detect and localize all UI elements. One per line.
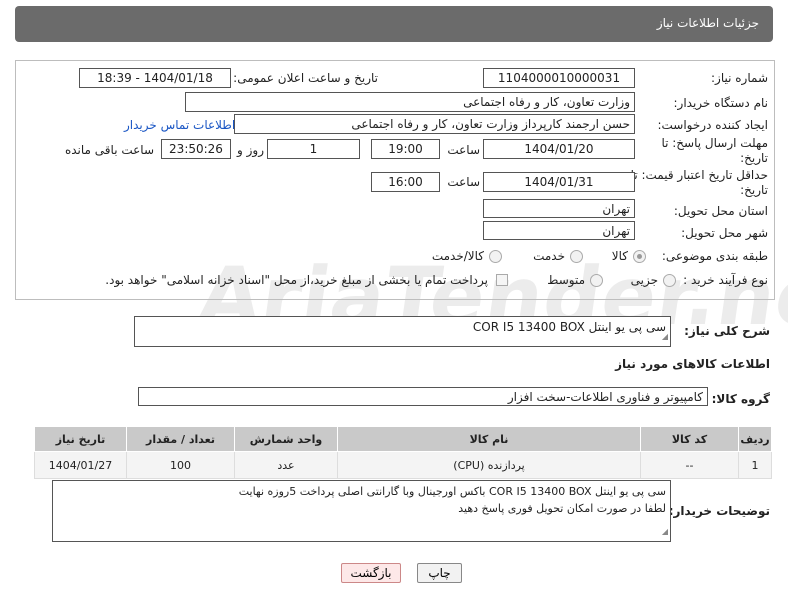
purchase-radio-medium[interactable]	[590, 274, 603, 287]
goods-group-field: کامپیوتر و فناوری اطلاعات-سخت افزار	[138, 387, 708, 406]
col-row: ردیف	[738, 426, 772, 452]
requester-label: ایجاد کننده درخواست:	[657, 118, 768, 132]
validity-time-label: ساعت	[447, 175, 480, 189]
treasury-checkbox[interactable]	[496, 274, 508, 286]
price-validity-label: حداقل تاریخ اعتبار قیمت: تا تاریخ:	[630, 168, 768, 197]
province-label: استان محل تحویل:	[673, 204, 768, 218]
resize-grip-icon[interactable]: ◢	[662, 523, 668, 540]
buyer-notes-line-2: لطفا در صورت امکان تحویل فوری پاسخ دهید	[458, 502, 666, 515]
reply-deadline-label: مهلت ارسال پاسخ: تا تاریخ:	[661, 136, 768, 165]
purchase-radio-minor[interactable]	[663, 274, 676, 287]
need-number-field: 1104000010000031	[483, 68, 635, 88]
purchase-option-minor: جزیی	[630, 273, 658, 287]
remaining-label: ساعت باقی مانده	[64, 143, 154, 157]
reply-date-field: 1404/01/20	[483, 139, 635, 159]
goods-info-heading: اطلاعات کالاهای مورد نیاز	[615, 357, 770, 371]
category-radio-goods[interactable]	[633, 250, 646, 263]
cell-unit: عدد	[234, 451, 338, 479]
announce-datetime-field: 1404/01/18 - 18:39	[79, 68, 231, 88]
col-code: کد کالا	[640, 426, 739, 452]
validity-date-field: 1404/01/31	[483, 172, 635, 192]
category-radio-goods-service[interactable]	[489, 250, 502, 263]
day-and-label: روز و	[237, 143, 264, 157]
page-header: جزئیات اطلاعات نیاز	[15, 6, 773, 42]
page-title: جزئیات اطلاعات نیاز	[656, 16, 759, 30]
reply-time-label: ساعت	[447, 143, 480, 157]
buyer-org-label: نام دستگاه خریدار:	[673, 96, 769, 110]
payment-note: پرداخت تمام یا بخشی از مبلغ خرید،از محل …	[105, 273, 488, 287]
city-label: شهر محل تحویل:	[681, 226, 768, 240]
category-option-goods-service: کالا/خدمت	[431, 249, 484, 263]
buyer-notes-label: توضیحات خریدار:	[668, 504, 770, 518]
cell-name: پردازنده (CPU)	[337, 451, 641, 479]
purchase-option-medium: متوسط	[547, 273, 585, 287]
category-radio-service[interactable]	[570, 250, 583, 263]
province-field: تهران	[483, 199, 635, 218]
purchase-type-label: نوع فرآیند خرید :	[683, 273, 768, 287]
general-desc-label: شرح کلی نیاز:	[684, 324, 770, 338]
remaining-time-field: 23:50:26	[161, 139, 231, 159]
print-button[interactable]: چاپ	[417, 563, 462, 583]
announce-datetime-label: تاریخ و ساعت اعلان عمومی:	[233, 71, 378, 85]
general-desc-field: سی پی یو اینتل COR I5 13400 BOX ◢	[134, 316, 671, 347]
category-label: طبقه بندی موضوعی:	[661, 249, 768, 263]
reply-time-field: 19:00	[371, 139, 440, 159]
category-option-service: خدمت	[533, 249, 565, 263]
cell-code: --	[640, 451, 739, 479]
cell-quantity: 100	[126, 451, 235, 479]
table-row: 1 -- پردازنده (CPU) عدد 100 1404/01/27	[34, 451, 772, 479]
buyer-org-field: وزارت تعاون، کار و رفاه اجتماعی	[185, 92, 635, 112]
back-button[interactable]: بازگشت	[341, 563, 401, 583]
goods-group-label: گروه کالا:	[711, 392, 770, 406]
resize-grip-icon[interactable]: ◢	[662, 328, 668, 345]
col-quantity: تعداد / مقدار	[126, 426, 235, 452]
cell-need-date: 1404/01/27	[34, 451, 127, 479]
col-name: نام کالا	[337, 426, 641, 452]
category-option-goods: کالا	[611, 249, 628, 263]
col-need-date: تاریخ نیاز	[34, 426, 127, 452]
general-desc-text: سی پی یو اینتل COR I5 13400 BOX	[472, 320, 666, 334]
buyer-notes-line-1: سی پی یو اینتل COR I5 13400 BOX باکس اور…	[238, 485, 666, 498]
col-unit: واحد شمارش	[234, 426, 338, 452]
need-number-label: شماره نیاز:	[711, 71, 768, 85]
requester-field: حسن ارجمند کارپرداز وزارت تعاون، کار و ر…	[234, 114, 635, 134]
remaining-days-field: 1	[267, 139, 360, 159]
buyer-notes-field: سی پی یو اینتل COR I5 13400 BOX باکس اور…	[52, 480, 671, 542]
goods-table: ردیف کد کالا نام کالا واحد شمارش تعداد /…	[34, 426, 772, 479]
buyer-contact-link[interactable]: اطلاعات تماس خریدار	[124, 118, 235, 132]
cell-row: 1	[738, 451, 772, 479]
city-field: تهران	[483, 221, 635, 240]
validity-time-field: 16:00	[371, 172, 440, 192]
table-header-row: ردیف کد کالا نام کالا واحد شمارش تعداد /…	[34, 426, 772, 452]
